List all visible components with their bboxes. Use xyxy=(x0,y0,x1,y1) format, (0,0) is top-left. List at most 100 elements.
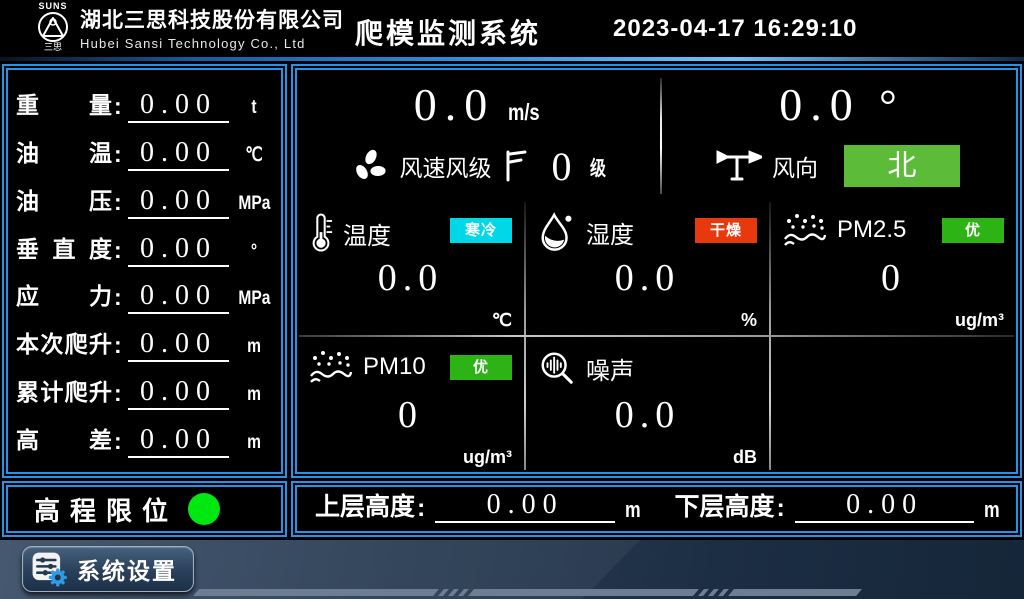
elevation-limit-label: 高程限位 xyxy=(34,491,178,528)
metric-value: 0.00 xyxy=(140,137,217,168)
lower-height-value: 0.00 xyxy=(846,489,923,520)
sensor-head: 温度 xyxy=(309,212,391,254)
lower-height-label: 下层高度 xyxy=(675,487,775,523)
logo-sansi-text: 三思 xyxy=(44,43,62,52)
elevation-limit-status-indicator xyxy=(188,493,220,525)
metric-unit: m xyxy=(238,336,269,362)
metric-unit: MPa xyxy=(238,288,269,314)
metric-underline: 0.00 xyxy=(128,137,229,171)
metric-label: 累计爬升 xyxy=(16,373,112,410)
sensor-unit: ug/m³ xyxy=(463,447,512,468)
wind-direction-value: 0.0 xyxy=(779,79,861,130)
settings-button[interactable]: 系统设置 xyxy=(22,546,194,592)
metric-colon: : xyxy=(114,237,126,267)
wind-flag-icon xyxy=(502,149,528,183)
metric-underline: 0.00 xyxy=(128,89,229,123)
dust-particles-icon xyxy=(309,349,353,385)
sensor-label: 湿度 xyxy=(586,215,634,250)
wind-direction-label: 风向 xyxy=(772,149,818,183)
upper-height-group: 上层高度 : 0.00 m xyxy=(297,487,657,531)
metric-colon: : xyxy=(114,141,126,171)
wind-level-line: 风速风级 0 级 xyxy=(297,140,660,192)
metric-colon: : xyxy=(114,332,126,362)
metric-row-stress: 应力 : 0.00 MPa xyxy=(16,271,273,314)
metric-row-weight: 重量 : 0.00 t xyxy=(16,80,273,123)
metric-unit: ℃ xyxy=(238,144,269,171)
sensor-cell-temperature: 温度 寒冷 0.0 ℃ xyxy=(297,200,524,335)
sensor-status-badge: 优 xyxy=(450,355,512,380)
noise-meter-icon xyxy=(538,349,576,387)
metric-row-height-difference: 高差 : 0.00 m xyxy=(16,415,273,458)
sensor-head: PM10 xyxy=(309,349,426,385)
sensor-head: 噪声 xyxy=(538,349,634,387)
upper-height-label: 上层高度 xyxy=(315,487,415,523)
settings-button-label: 系统设置 xyxy=(77,552,177,586)
company-name-cn: 湖北三思科技股份有限公司 xyxy=(80,4,344,34)
wind-direction-sub-line: 风向 北 xyxy=(660,140,1016,192)
metric-label: 油温 xyxy=(16,134,112,171)
logo-suns-text: SUNS xyxy=(38,2,67,11)
sensor-unit: ℃ xyxy=(492,310,512,331)
lower-height-unit: m xyxy=(984,497,1000,523)
metric-underline: 0.00 xyxy=(128,233,229,267)
wind-direction-unit: ° xyxy=(879,81,897,130)
sensor-cell-noise: 噪声 0.0 dB xyxy=(526,337,769,472)
metric-unit: m xyxy=(238,432,269,458)
footer-stripe-segment xyxy=(193,589,439,596)
metric-label: 高差 xyxy=(16,421,112,458)
sensor-label: 噪声 xyxy=(586,351,634,386)
sensor-value: 0 xyxy=(771,256,1016,300)
metrics-panel: 重量 : 0.00 t 油温 : 0.00 ℃ 油压 : 0.00 MPa 垂直… xyxy=(2,64,287,478)
droplet-icon xyxy=(538,212,576,252)
height-colon: : xyxy=(777,494,785,523)
company-name-block: 湖北三思科技股份有限公司 Hubei Sansi Technology Co.,… xyxy=(80,4,344,51)
timestamp: 2023-04-17 16:29:10 xyxy=(613,15,858,43)
sensor-unit: ug/m³ xyxy=(955,310,1004,331)
metric-unit: m xyxy=(238,384,269,410)
sensor-head: PM2.5 xyxy=(783,212,906,248)
sensor-value: 0.0 xyxy=(526,393,769,437)
wind-direction-line: 0.0 ° xyxy=(660,78,1016,136)
height-colon: : xyxy=(417,494,425,523)
lower-height-group: 下层高度 : 0.00 m xyxy=(657,487,1017,531)
metric-value: 0.00 xyxy=(140,233,217,264)
company-logo: SUNS 三思 xyxy=(30,2,76,52)
sensor-cell-humidity: 湿度 干燥 0.0 % xyxy=(526,200,769,335)
environment-panel: 0.0 m/s 风速风级 xyxy=(291,64,1022,478)
wind-speed-block: 0.0 m/s 风速风级 xyxy=(297,70,660,200)
lower-height-underline: 0.00 xyxy=(795,489,975,523)
wind-speed-unit: m/s xyxy=(508,99,540,126)
sensor-value: 0 xyxy=(297,393,524,437)
metric-label: 重量 xyxy=(16,86,112,123)
metric-unit: t xyxy=(238,97,269,123)
metric-row-current-climb: 本次爬升 : 0.00 m xyxy=(16,319,273,362)
sensor-status-badge: 优 xyxy=(942,218,1004,243)
metric-underline: 0.00 xyxy=(128,280,229,314)
wind-level-unit: 级 xyxy=(590,152,606,181)
upper-height-value: 0.00 xyxy=(487,489,564,520)
sensor-cell-pm25: PM2.5 优 0 ug/m³ xyxy=(771,200,1016,335)
upper-height-unit: m xyxy=(625,497,641,523)
sensor-status-badge: 干燥 xyxy=(695,218,757,243)
metric-colon: : xyxy=(114,93,126,123)
metric-row-verticality: 垂直度 : 0.00 ° xyxy=(16,224,273,267)
monitoring-screen: SUNS 三思 湖北三思科技股份有限公司 Hubei Sansi Technol… xyxy=(0,0,1024,599)
metric-underline: 0.00 xyxy=(128,185,229,219)
heights-panel: 上层高度 : 0.00 m 下层高度 : 0.00 m xyxy=(291,481,1022,537)
wind-speed-value: 0.0 xyxy=(414,79,496,130)
sensor-unit: % xyxy=(741,310,757,331)
metric-value: 0.00 xyxy=(140,89,217,120)
dust-particles-icon xyxy=(783,212,827,248)
wind-direction-badge: 北 xyxy=(844,145,960,187)
sensor-value: 0.0 xyxy=(526,256,769,300)
metric-colon: : xyxy=(114,284,126,314)
header: SUNS 三思 湖北三思科技股份有限公司 Hubei Sansi Technol… xyxy=(0,0,1024,57)
metric-label: 应力 xyxy=(16,277,112,314)
metric-underline: 0.00 xyxy=(128,376,229,410)
sensor-value: 0.0 xyxy=(297,256,524,300)
company-name-en: Hubei Sansi Technology Co., Ltd xyxy=(80,36,344,51)
footer-stripe-segment xyxy=(468,589,699,596)
wind-level-value: 0 xyxy=(552,143,572,190)
sensor-unit: dB xyxy=(733,447,757,468)
metric-colon: : xyxy=(114,428,126,458)
